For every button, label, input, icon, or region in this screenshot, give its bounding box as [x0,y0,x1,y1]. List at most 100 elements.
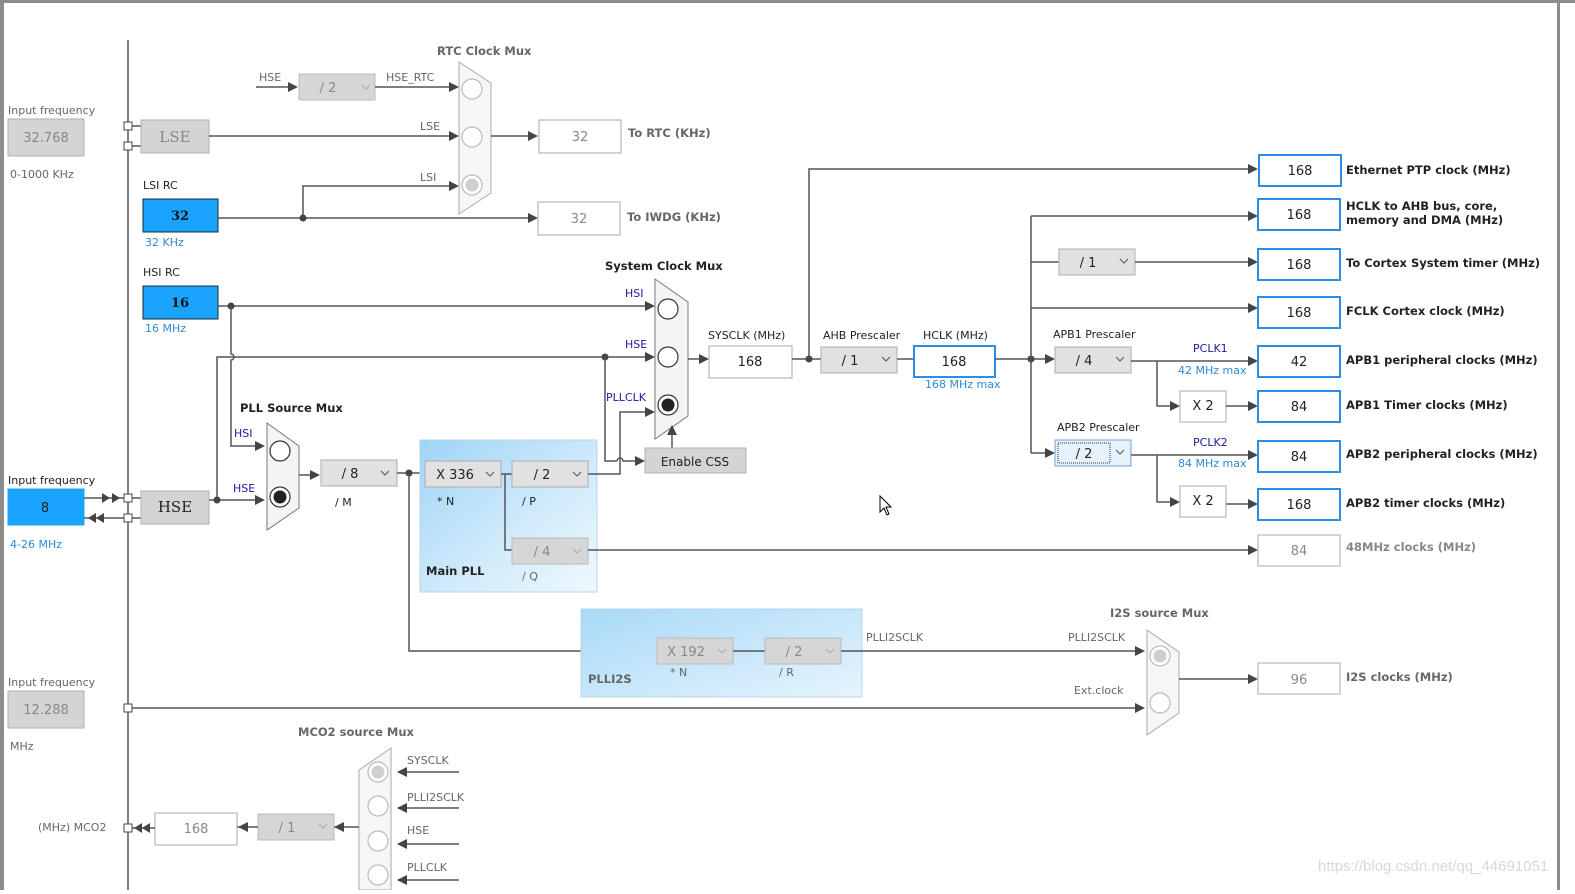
output-value: 168 [1287,306,1312,321]
pll-m-label: / M [335,496,352,509]
pll-p-divider-value: / 2 [534,468,551,483]
pll-mux-hsi-label: HSI [234,427,253,440]
mco2-pllclk-label: PLLCLK [407,861,448,874]
ext-input-frequency-label: Input frequency [8,676,96,689]
output-apb2-timer: 168 APB2 timer clocks (MHz) [1257,488,1505,521]
rtc-clock-mux-title: RTC Clock Mux [437,44,532,58]
mco2-hse-label: HSE [407,824,429,837]
apb1-max-hint: 42 MHz max [1178,364,1247,377]
plli2s-n-multiplier-value: X 192 [667,645,705,660]
pll-p-label: / P [522,495,536,508]
mco2-mux-radio-sysclk-selected [371,765,385,779]
hse-source-label: HSE [158,498,192,516]
lsi-rc-value: 32 [171,209,189,224]
rtc-hse-rtc-label: HSE_RTC [386,71,435,84]
hse-input-frequency-label: Input frequency [8,474,96,487]
i2s-mux-plli2sclk-label: PLLI2SCLK [1068,631,1126,644]
output-ethernet-ptp: 168 Ethernet PTP clock (MHz) [1258,154,1511,187]
mco2-mux-radio-plli2sclk[interactable] [367,795,389,817]
hclk-value: 168 [942,355,967,370]
window-border-left [0,0,4,890]
output-apb1-timer: 84 APB1 Timer clocks (MHz) [1257,390,1508,423]
i2s-mux-radio-extclock[interactable] [1149,692,1171,714]
hclk-label: HCLK (MHz) [923,329,988,342]
output-cortex-system-timer: 168 To Cortex System timer (MHz) [1257,248,1540,281]
hse-input-frequency-value: 8 [41,501,49,516]
scrollbar-edge[interactable] [1557,0,1560,890]
lsi-rc-title: LSI RC [143,179,178,192]
plli2s-title: PLLI2S [588,672,632,686]
output-apb2-peripheral: 84 APB2 peripheral clocks (MHz) [1257,440,1538,473]
pll-mux-radio-hsi[interactable] [269,440,291,462]
ext-clock-pin [123,703,133,713]
ext-range-label: MHz [10,740,34,753]
pll-q-divider-value: / 4 [534,545,551,560]
sys-mux-radio-pllclk-selected [661,398,675,412]
mco2-mux-radio-pllclk[interactable] [367,864,389,886]
output-label: APB2 timer clocks (MHz) [1346,496,1505,510]
pll-q-label: / Q [522,570,538,583]
pll-m-divider-dropdown[interactable] [320,459,398,487]
lse-source-label: LSE [159,128,190,146]
rtc-hse-input-label: HSE [259,71,281,84]
output-label: Ethernet PTP clock (MHz) [1346,163,1511,177]
rtc-mux-radio-lse[interactable] [461,126,483,148]
output-label: HCLK to AHB bus, core, [1346,199,1497,213]
plli2sclk-label: PLLI2SCLK [866,631,924,644]
output-label: FCLK Cortex clock (MHz) [1346,304,1505,318]
i2s-source-mux [1146,629,1180,736]
hsi-rc-value: 16 [171,296,189,311]
hse-pin-in [123,493,133,503]
output-label: To Cortex System timer (MHz) [1346,256,1540,270]
output-label: 48MHz clocks (MHz) [1346,540,1476,554]
sys-mux-hse-label: HSE [625,338,647,351]
lsi-rc-hint: 32 KHz [145,236,184,249]
apb2-prescaler-label: APB2 Prescaler [1057,421,1140,434]
hsi-rc-hint: 16 MHz [145,322,186,335]
pll-n-label: * N [437,495,454,508]
pll-source-mux [266,422,300,531]
mco2-source-mux-title: MCO2 source Mux [298,725,415,739]
output-value: 84 [1291,400,1308,415]
to-rtc-label: To RTC (KHz) [628,126,711,140]
mouse-cursor-icon [879,494,893,516]
pll-m-divider-value: / 8 [342,467,359,482]
output-label: APB1 Timer clocks (MHz) [1346,398,1508,412]
apb1-prescaler-value: / 4 [1076,354,1093,369]
clock-configuration-canvas: Input frequency 32.768 0-1000 KHz LSE HS… [0,0,1575,891]
plli2s-r-label: / R [779,666,794,679]
apb1-timer-multiplier-value: X 2 [1192,399,1213,414]
mco2-sysclk-label: SYSCLK [407,754,449,767]
output-48mhz: 84 48MHz clocks (MHz) [1257,534,1476,567]
hclk-max-hint: 168 MHz max [925,378,1001,391]
mco2-mux-radio-hse[interactable] [367,830,389,852]
output-label: APB2 peripheral clocks (MHz) [1346,447,1538,461]
ahb-prescaler-value: / 1 [842,354,859,369]
output-label-line2: memory and DMA (MHz) [1346,213,1503,227]
sys-mux-pllclk-label: PLLCLK [606,391,647,404]
output-hclk-ahb: 168 HCLK to AHB bus, core, memory and DM… [1257,198,1503,231]
rtc-mux-radio-hse[interactable] [461,78,483,100]
lse-pin-out [123,141,133,151]
output-value: 168 [1288,164,1313,179]
pll-mux-hse-label: HSE [233,482,255,495]
mco2-divider-value: / 1 [279,821,296,836]
to-iwdg-value: 32 [571,212,588,227]
plli2s-r-divider-dropdown[interactable] [764,637,842,665]
clock-tree-diagram: Input frequency 32.768 0-1000 KHz LSE HS… [7,40,1540,891]
pll-source-mux-title: PLL Source Mux [240,401,343,415]
hsi-rc-title: HSI RC [143,266,180,279]
sys-mux-radio-hse[interactable] [657,346,679,368]
output-value: 168 [1287,258,1312,273]
main-pll-title: Main PLL [426,564,485,578]
ahb-prescaler-label: AHB Prescaler [823,329,901,342]
apb1-prescaler-label: APB1 Prescaler [1053,328,1136,341]
pclk2-label: PCLK2 [1193,436,1228,449]
window-border-top [0,0,1575,3]
hse-range-label: 4-26 MHz [10,538,62,551]
i2s-mux-extclock-label: Ext.clock [1074,684,1124,697]
rtc-hse-divider-value: / 2 [320,81,337,96]
lse-range-label: 0-1000 KHz [10,168,74,181]
mco2-pin-label: (MHz) MCO2 [38,821,106,834]
sys-mux-radio-hsi[interactable] [657,298,679,320]
